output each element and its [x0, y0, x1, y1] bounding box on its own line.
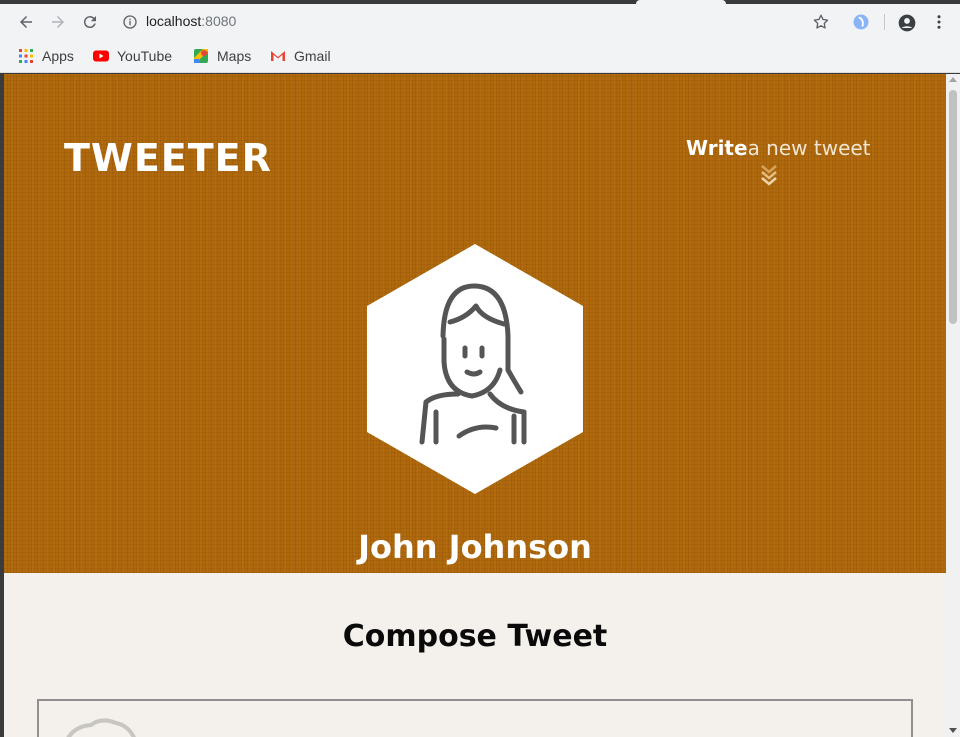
more-menu-icon[interactable]	[930, 13, 948, 31]
bookmark-youtube[interactable]: YouTube	[93, 46, 172, 66]
bookmarks-bar: Apps YouTube Maps Gmail	[0, 40, 960, 73]
page-scrollbar[interactable]	[946, 74, 960, 737]
forward-button[interactable]	[47, 11, 69, 33]
browser-toolbar: localhost:8080	[0, 4, 960, 40]
compose-title: Compose Tweet	[342, 619, 608, 654]
url-port: :8080	[201, 13, 237, 29]
bookmark-apps[interactable]: Apps	[18, 46, 74, 66]
profile-name: John Johnson	[358, 528, 592, 566]
forward-arrow-icon	[52, 16, 64, 28]
compose-avatar-icon	[66, 718, 137, 737]
reload-button[interactable]	[79, 11, 101, 33]
write-rest-label: a new tweet	[747, 136, 871, 160]
profile-header: TWEETER Writea new tweet John Johnson	[4, 74, 946, 573]
write-new-tweet-link[interactable]: Writea new tweet	[686, 136, 871, 160]
bookmark-label: Gmail	[294, 48, 331, 64]
back-button[interactable]	[15, 11, 37, 33]
toolbar-separator	[884, 14, 885, 30]
site-logo[interactable]: TWEETER	[64, 136, 272, 180]
scroll-down-arrow-icon[interactable]	[949, 728, 957, 733]
scrollbar-thumb[interactable]	[949, 90, 957, 324]
bookmark-gmail[interactable]: Gmail	[270, 46, 331, 66]
address-bar[interactable]: localhost:8080	[112, 8, 848, 36]
scroll-up-arrow-icon[interactable]	[949, 77, 957, 82]
url-host: localhost	[146, 13, 202, 29]
page-viewport: TWEETER Writea new tweet John Johnson Co…	[4, 74, 946, 737]
url-text[interactable]: localhost:8080	[146, 13, 236, 29]
apps-grid-icon	[19, 49, 33, 63]
double-chevron-down-icon[interactable]	[760, 164, 778, 188]
bookmark-maps[interactable]: Maps	[193, 46, 251, 66]
user-avatar	[367, 244, 583, 494]
extension-icon[interactable]	[852, 13, 870, 31]
compose-tweet-box[interactable]	[37, 699, 913, 737]
write-bold-label: Write	[686, 136, 748, 160]
bookmark-label: YouTube	[117, 48, 173, 64]
back-arrow-icon	[20, 16, 32, 28]
youtube-icon	[93, 50, 109, 62]
profile-icon[interactable]	[897, 13, 917, 33]
info-icon[interactable]	[122, 14, 138, 30]
maps-icon	[194, 49, 208, 63]
gmail-icon	[271, 51, 285, 61]
reload-icon	[83, 16, 96, 29]
bookmark-star-icon[interactable]	[812, 13, 830, 31]
bookmark-label: Apps	[42, 48, 74, 64]
bookmark-label: Maps	[217, 48, 252, 64]
